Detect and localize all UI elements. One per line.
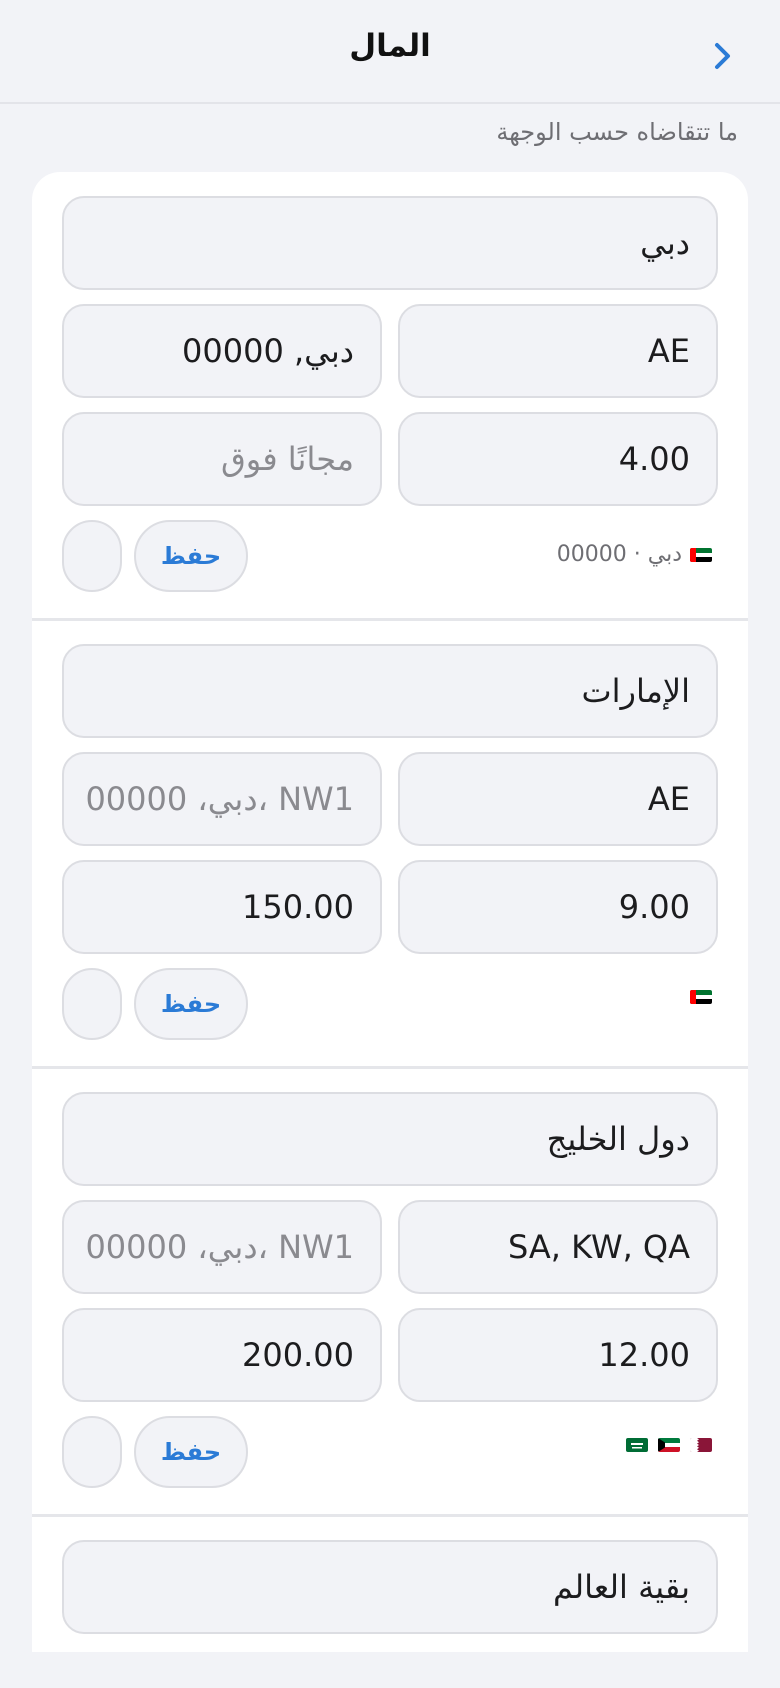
section-caption: ما تتقاضاه حسب الوجهة: [496, 118, 738, 146]
ae-flag-icon: [690, 547, 712, 562]
save-button[interactable]: حفظ: [134, 1416, 248, 1488]
zone-summary: [690, 990, 712, 1004]
ae-flag-icon: [690, 990, 712, 1004]
zone-uae: الإمارات AE دبي، 00000، NW1 9.00 150.00 …: [32, 620, 748, 1068]
flags: [690, 990, 712, 1004]
delete-zone-button[interactable]: [62, 520, 122, 592]
free-over-field[interactable]: 200.00: [62, 1308, 382, 1402]
save-button[interactable]: حفظ: [134, 520, 248, 592]
free-over-field[interactable]: 150.00: [62, 860, 382, 954]
back-button[interactable]: [703, 36, 743, 76]
sa-flag-icon: [626, 1438, 648, 1452]
bottom-background: [0, 1652, 780, 1688]
postcodes-field[interactable]: دبي، 00000، NW1: [62, 1200, 382, 1294]
flags: [626, 1438, 712, 1452]
kw-flag-icon: [658, 1438, 680, 1452]
delete-zone-button[interactable]: [62, 1416, 122, 1488]
nav-bar: المال: [0, 0, 780, 104]
rate-field[interactable]: 9.00: [398, 860, 718, 954]
rate-field[interactable]: 4.00: [398, 412, 718, 506]
qa-flag-icon: [690, 1438, 712, 1452]
zone-summary: دبي · 00000: [557, 542, 712, 567]
postcodes-field[interactable]: دبي، 00000، NW1: [62, 752, 382, 846]
countries-field[interactable]: AE: [398, 304, 718, 398]
zone-summary: [626, 1438, 712, 1452]
countries-field[interactable]: AE: [398, 752, 718, 846]
zone-rest-of-world: بقية العالم: [32, 1516, 748, 1652]
zone-name-field[interactable]: بقية العالم: [62, 1540, 718, 1634]
zone-name-field[interactable]: دول الخليج: [62, 1092, 718, 1186]
zone-summary-text: دبي · 00000: [556, 542, 682, 567]
shipping-zones-card: دبي AE دبي, 00000 4.00 مجانًا فوق حفظ دب…: [32, 172, 748, 1652]
page-title: المال: [349, 28, 431, 64]
postcodes-field[interactable]: دبي, 00000: [62, 304, 382, 398]
zone-name-field[interactable]: الإمارات: [62, 644, 718, 738]
chevron-right-icon: [715, 43, 730, 69]
zone-dubai: دبي AE دبي, 00000 4.00 مجانًا فوق حفظ دب…: [32, 172, 748, 620]
zone-name-field[interactable]: دبي: [62, 196, 718, 290]
rate-field[interactable]: 12.00: [398, 1308, 718, 1402]
delete-zone-button[interactable]: [62, 968, 122, 1040]
flags: [690, 547, 712, 562]
free-over-field[interactable]: مجانًا فوق: [62, 412, 382, 506]
countries-field[interactable]: SA, KW, QA: [398, 1200, 718, 1294]
save-button[interactable]: حفظ: [134, 968, 248, 1040]
zone-gulf: دول الخليج SA, KW, QA دبي، 00000، NW1 12…: [32, 1068, 748, 1516]
